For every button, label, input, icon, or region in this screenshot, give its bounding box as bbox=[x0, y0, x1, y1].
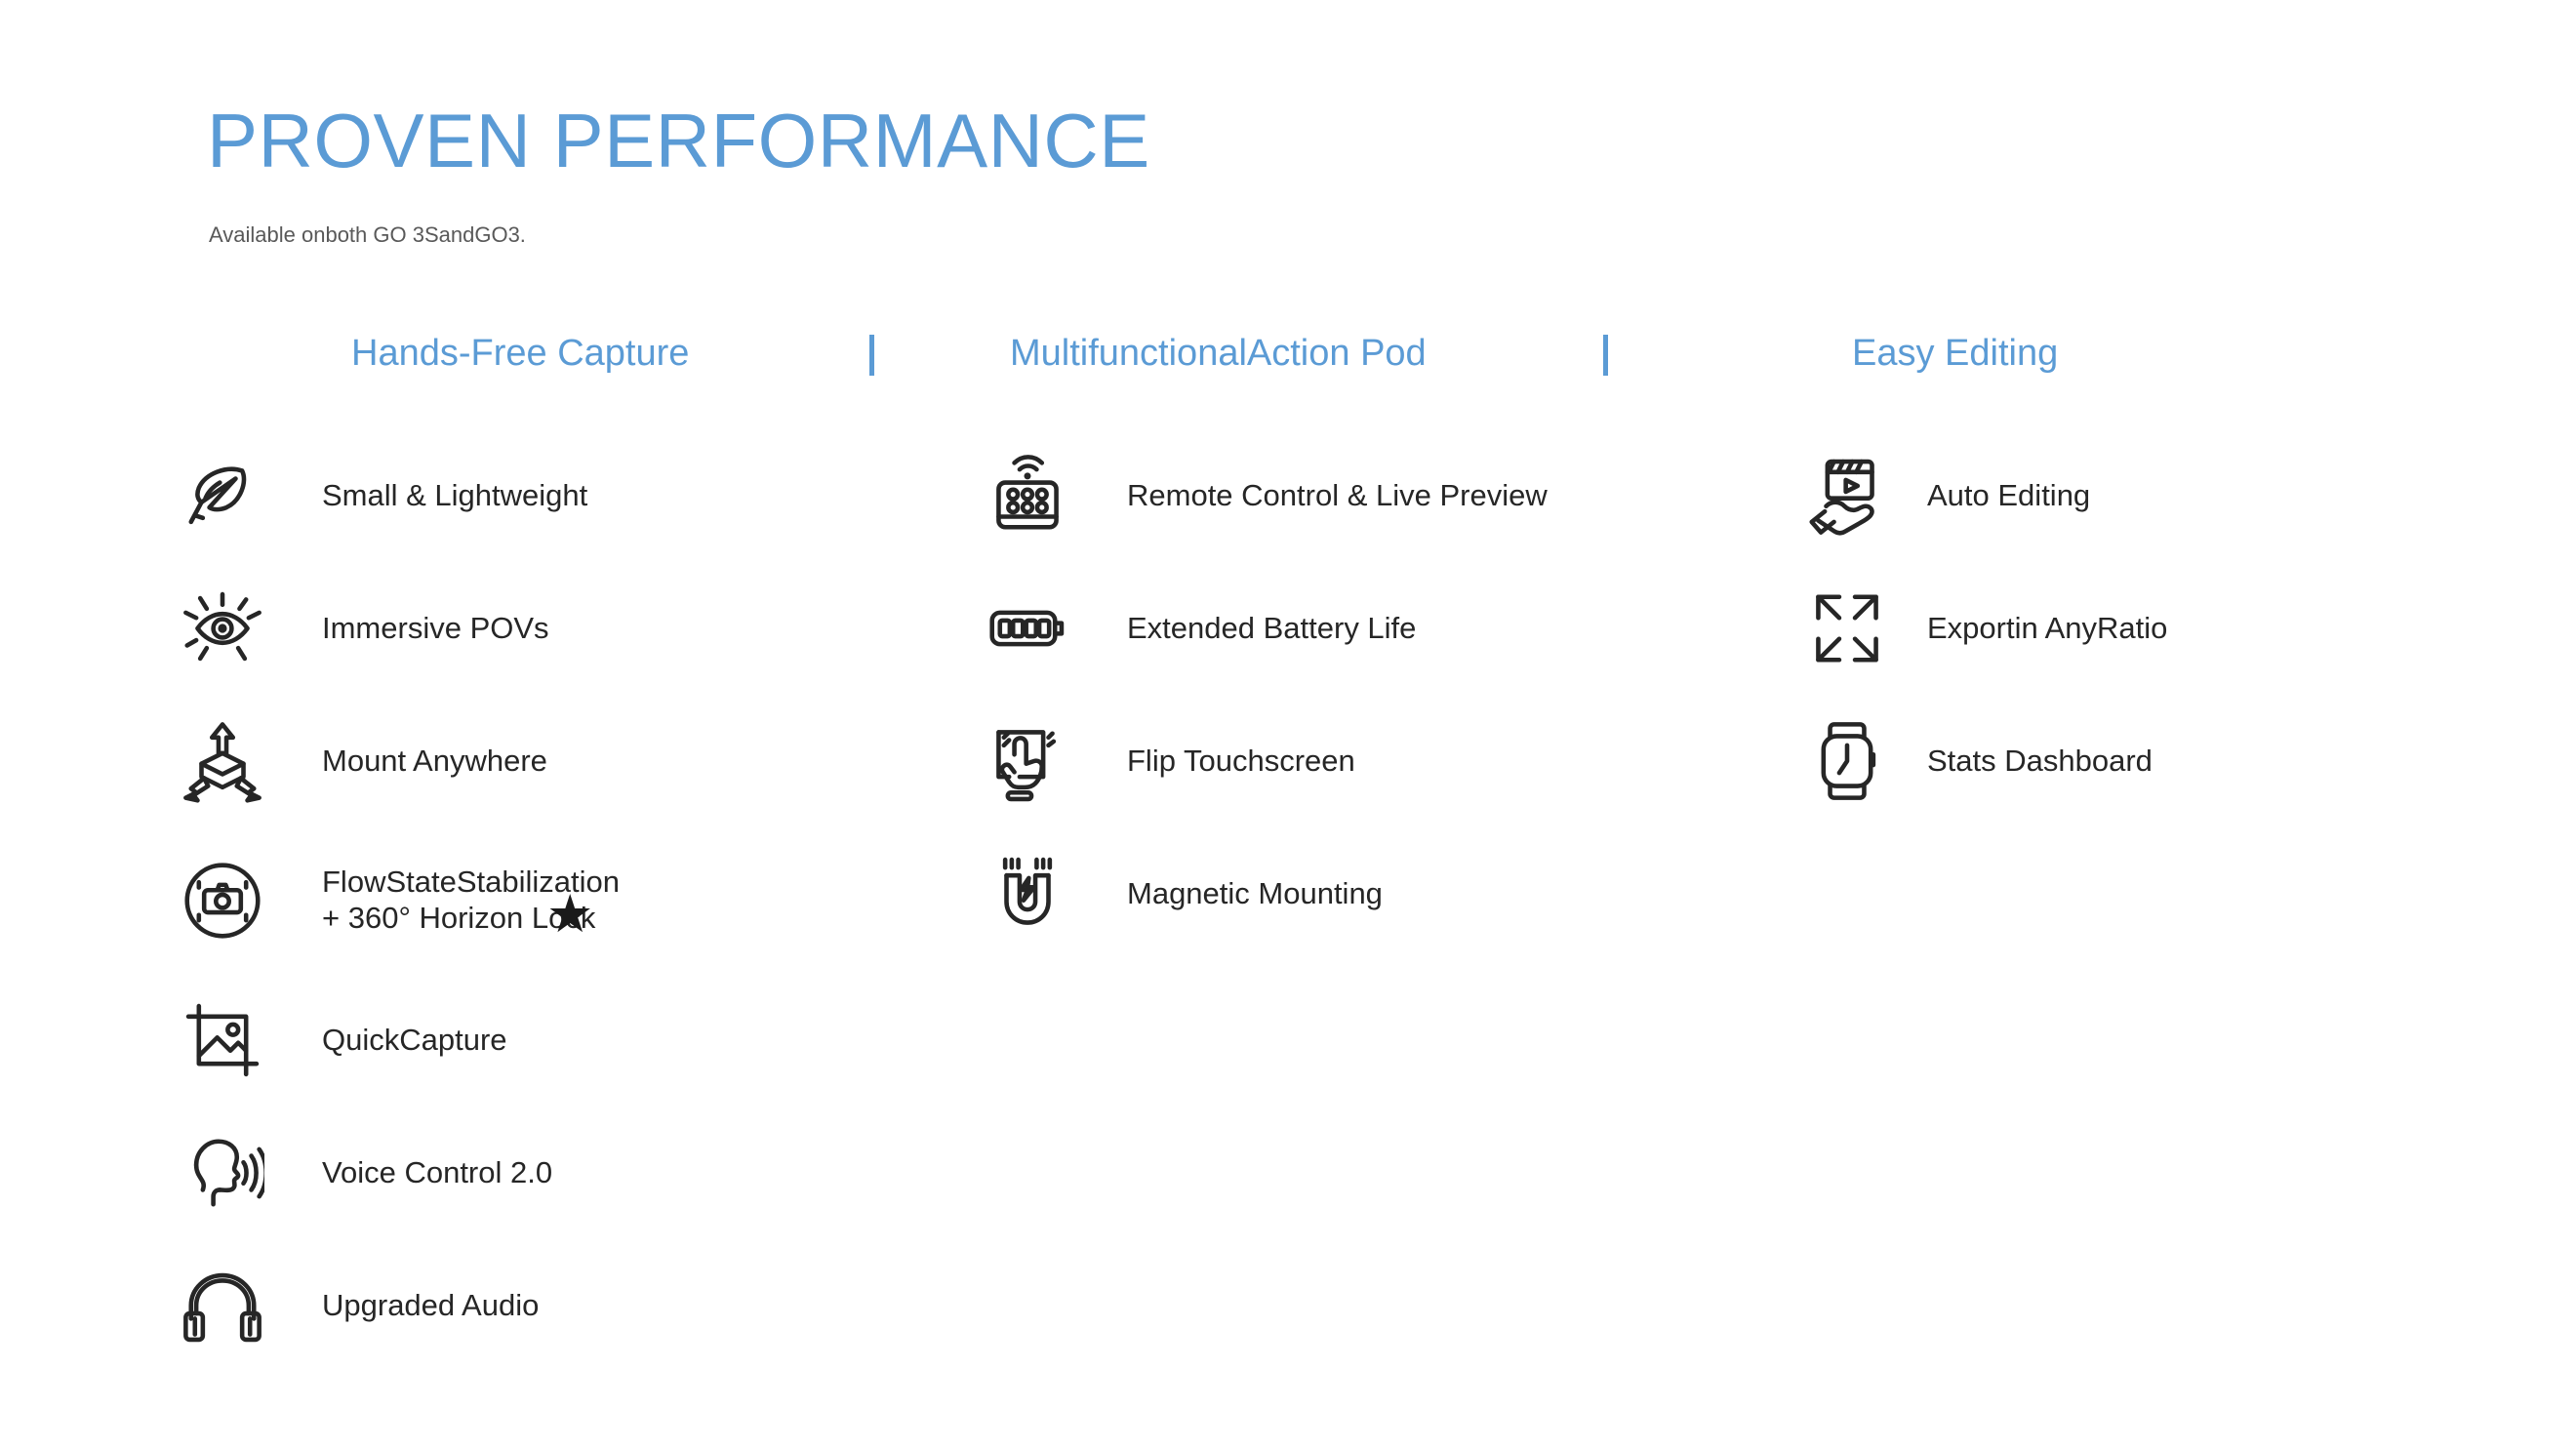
feature-label: Mount Anywhere bbox=[322, 743, 547, 778]
feature-row: Mount Anywhere bbox=[176, 695, 620, 827]
feature-label: Small & Lightweight bbox=[322, 477, 588, 512]
column-separator-1 bbox=[869, 335, 874, 376]
column-separator-2 bbox=[1603, 335, 1608, 376]
feature-label: Extended Battery Life bbox=[1127, 610, 1417, 645]
column-header-multifunctional-action-pod: MultifunctionalAction Pod bbox=[1010, 333, 1427, 374]
feature-row: Flip Touchscreen bbox=[981, 695, 1548, 827]
feature-label: Voice Control 2.0 bbox=[322, 1154, 553, 1189]
feature-row: Voice Control 2.0 bbox=[176, 1107, 620, 1239]
feature-row: Immersive POVs bbox=[176, 562, 620, 695]
feature-row: Upgraded Audio bbox=[176, 1239, 620, 1372]
mount-arrows-icon bbox=[176, 714, 269, 808]
remote-control-icon bbox=[981, 449, 1074, 543]
magnet-icon bbox=[981, 847, 1074, 941]
feature-row: Auto Editing bbox=[1800, 429, 2167, 562]
smartwatch-icon bbox=[1800, 714, 1894, 808]
expand-arrows-icon bbox=[1800, 582, 1894, 675]
feature-row: Exportin AnyRatio bbox=[1800, 562, 2167, 695]
touchscreen-icon bbox=[981, 714, 1074, 808]
page-title: PROVEN PERFORMANCE bbox=[207, 98, 1150, 183]
feature-label: Stats Dashboard bbox=[1927, 743, 2153, 778]
feature-column-multifunctional-action-pod: Remote Control & Live Preview Extended B… bbox=[981, 429, 1548, 960]
page-subtitle: Available onboth GO 3SandGO3. bbox=[209, 222, 526, 247]
feature-label: Exportin AnyRatio bbox=[1927, 610, 2168, 645]
battery-icon bbox=[981, 582, 1074, 675]
feature-label: Auto Editing bbox=[1927, 477, 2091, 512]
feather-icon bbox=[176, 449, 269, 543]
feature-row: Extended Battery Life bbox=[981, 562, 1548, 695]
voice-control-icon bbox=[176, 1126, 269, 1220]
feature-row: Stats Dashboard bbox=[1800, 695, 2167, 827]
feature-label: Upgraded Audio bbox=[322, 1287, 540, 1322]
eye-icon bbox=[176, 582, 269, 675]
feature-label: QuickCapture bbox=[322, 1022, 507, 1057]
headphones-icon bbox=[176, 1259, 269, 1352]
stabilization-camera-icon bbox=[176, 854, 269, 947]
feature-column-hands-free-capture: Small & Lightweight Immersive POVs Mount… bbox=[176, 429, 620, 1372]
feature-row: QuickCapture bbox=[176, 974, 620, 1107]
feature-column-easy-editing: Auto Editing Exportin AnyRatio Stats Das… bbox=[1800, 429, 2167, 827]
feature-row: FlowStateStabilization + 360° Horizon Lo… bbox=[176, 827, 620, 974]
star-badge-icon: ★ bbox=[546, 885, 594, 944]
column-header-hands-free-capture: Hands-Free Capture bbox=[351, 333, 690, 374]
feature-label: Immersive POVs bbox=[322, 610, 549, 645]
column-header-easy-editing: Easy Editing bbox=[1852, 333, 2059, 374]
feature-label: Magnetic Mounting bbox=[1127, 875, 1383, 910]
feature-row: Small & Lightweight bbox=[176, 429, 620, 562]
feature-row: Remote Control & Live Preview bbox=[981, 429, 1548, 562]
auto-editing-hand-icon bbox=[1800, 449, 1894, 543]
quick-capture-image-icon bbox=[176, 993, 269, 1087]
feature-label: Remote Control & Live Preview bbox=[1127, 477, 1548, 512]
feature-row: Magnetic Mounting bbox=[981, 827, 1548, 960]
feature-label: Flip Touchscreen bbox=[1127, 743, 1355, 778]
